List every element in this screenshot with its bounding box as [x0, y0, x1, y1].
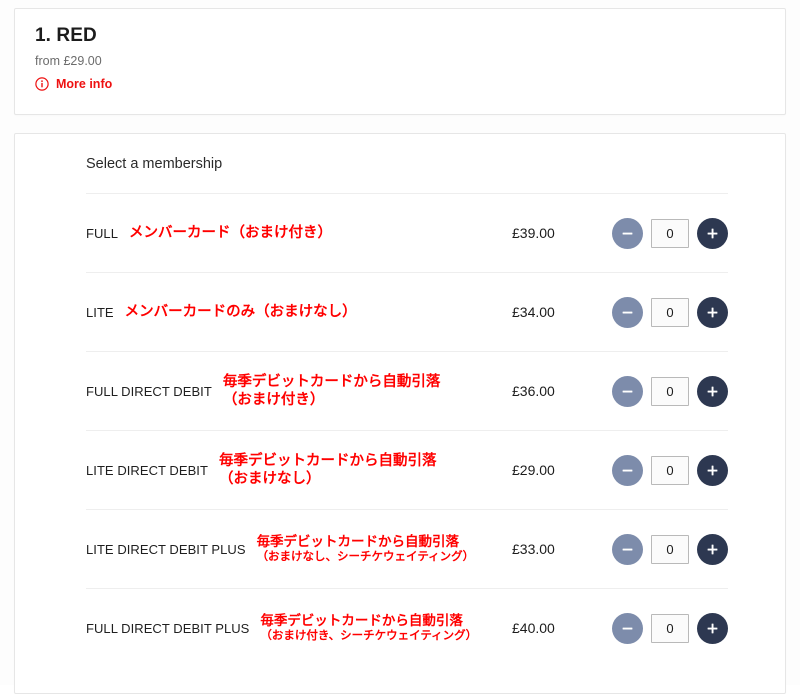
plan-description-line-1: メンバーカードのみ（おまけなし）	[124, 304, 357, 321]
plus-icon	[707, 307, 718, 318]
increase-quantity-button[interactable]	[697, 533, 728, 565]
minus-icon	[622, 390, 633, 393]
plan-code-label: FULL	[86, 225, 118, 241]
plan-code-label: FULL DIRECT DEBIT	[86, 383, 212, 399]
plan-description: 毎季デビットカードから自動引落 （おまけ付き）	[223, 373, 441, 409]
minus-icon	[622, 548, 633, 551]
membership-name-cell: FULL DIRECT DEBIT 毎季デビットカードから自動引落 （おまけ付き）	[86, 373, 500, 409]
decrease-quantity-button[interactable]	[612, 217, 643, 249]
plan-description: 毎季デビットカードから自動引落 （おまけなし）	[219, 452, 437, 488]
minus-icon	[622, 469, 633, 472]
quantity-stepper	[596, 217, 728, 249]
quantity-input[interactable]	[651, 534, 689, 564]
quantity-stepper	[596, 533, 728, 565]
plan-description-line-1: 毎季デビットカードから自動引落	[256, 533, 460, 549]
table-row: FULL DIRECT DEBIT PLUS 毎季デビットカードから自動引落 （おま…	[86, 588, 728, 667]
plus-icon	[707, 465, 718, 476]
plan-code-label: LITE DIRECT DEBIT	[86, 462, 208, 478]
plan-description-line-1: 毎季デビットカードから自動引落	[218, 453, 437, 470]
quantity-input[interactable]	[651, 297, 689, 327]
plan-description: メンバーカード（おまけ付き）	[129, 224, 332, 242]
price-label: £40.00	[512, 620, 555, 637]
plan-description-line-2: （おまけなし、シーチケウェイティング）	[256, 551, 475, 564]
increase-quantity-button[interactable]	[697, 375, 728, 407]
table-row: LITE メンバーカードのみ（おまけなし） £34.00	[86, 272, 728, 351]
increase-quantity-button[interactable]	[697, 612, 728, 644]
quantity-input[interactable]	[651, 376, 689, 406]
membership-name-cell: LITE DIRECT DEBIT PLUS 毎季デビットカードから自動引落 （おま…	[86, 534, 500, 565]
membership-name-cell: FULL DIRECT DEBIT PLUS 毎季デビットカードから自動引落 （おま…	[86, 613, 500, 644]
decrease-quantity-button[interactable]	[612, 375, 643, 407]
decrease-quantity-button[interactable]	[612, 296, 643, 328]
price-label: £36.00	[512, 383, 555, 400]
plan-description: メンバーカードのみ（おまけなし）	[125, 303, 357, 321]
plus-icon	[707, 228, 718, 239]
quantity-input[interactable]	[651, 613, 689, 643]
plan-description-line-1: メンバーカード（おまけ付き）	[129, 225, 332, 242]
section-title: Select a membership	[86, 155, 223, 172]
plan-code-label: LITE DIRECT DEBIT PLUS	[86, 541, 246, 557]
decrease-quantity-button[interactable]	[612, 533, 643, 565]
more-info-link[interactable]: More info	[35, 77, 112, 91]
membership-row-list: FULL メンバーカード（おまけ付き） £39.00 LITE メンバーカードのみ（おま…	[15, 193, 785, 667]
table-row: LITE DIRECT DEBIT PLUS 毎季デビットカードから自動引落 （おま…	[86, 509, 728, 588]
page-root: 1. RED from £29.00 More info Select a me…	[0, 0, 800, 694]
price-label: £29.00	[512, 462, 555, 479]
quantity-input[interactable]	[651, 455, 689, 485]
price-label: £39.00	[512, 225, 555, 242]
info-circle-icon	[35, 77, 49, 91]
plan-description: 毎季デビットカードから自動引落 （おまけなし、シーチケウェイティング）	[257, 534, 475, 565]
plan-description-line-1: 毎季デビットカードから自動引落	[222, 374, 441, 391]
membership-name-cell: LITE メンバーカードのみ（おまけなし）	[86, 303, 500, 321]
quantity-stepper	[596, 375, 728, 407]
plan-description-line-1: 毎季デビットカードから自動引落	[260, 612, 463, 628]
price-label: £33.00	[512, 541, 555, 558]
table-row: LITE DIRECT DEBIT 毎季デビットカードから自動引落 （おまけなし） £…	[86, 430, 728, 509]
plan-code-label: FULL DIRECT DEBIT PLUS	[86, 620, 250, 636]
plan-description-line-2: （おまけ付き、シーチケウェイティング）	[260, 630, 478, 643]
increase-quantity-button[interactable]	[697, 217, 728, 249]
price-label: £34.00	[512, 304, 555, 321]
quantity-stepper	[596, 296, 728, 328]
quantity-input[interactable]	[651, 218, 689, 248]
plan-description-line-2: （おまけ付き）	[222, 392, 325, 409]
product-summary-card: 1. RED from £29.00 More info	[14, 8, 786, 115]
minus-icon	[622, 232, 633, 235]
table-row: FULL DIRECT DEBIT 毎季デビットカードから自動引落 （おまけ付き） £…	[86, 351, 728, 430]
quantity-stepper	[596, 454, 728, 486]
plan-description-line-2: （おまけなし）	[218, 471, 321, 488]
quantity-stepper	[596, 612, 728, 644]
minus-icon	[622, 311, 633, 314]
membership-card: Select a membership FULL メンバーカード（おまけ付き） £3…	[14, 132, 786, 694]
decrease-quantity-button[interactable]	[612, 612, 643, 644]
decrease-quantity-button[interactable]	[612, 454, 643, 486]
product-from-price: from £29.00	[35, 53, 102, 68]
table-row: FULL メンバーカード（おまけ付き） £39.00	[86, 193, 728, 272]
plus-icon	[707, 544, 718, 555]
minus-icon	[622, 627, 633, 630]
membership-name-cell: FULL メンバーカード（おまけ付き）	[86, 224, 500, 242]
increase-quantity-button[interactable]	[697, 454, 728, 486]
plus-icon	[707, 386, 718, 397]
increase-quantity-button[interactable]	[697, 296, 728, 328]
page-title: 1. RED	[35, 25, 97, 46]
membership-name-cell: LITE DIRECT DEBIT 毎季デビットカードから自動引落 （おまけなし）	[86, 452, 500, 488]
plan-description: 毎季デビットカードから自動引落 （おまけ付き、シーチケウェイティング）	[260, 613, 477, 644]
plan-code-label: LITE	[86, 304, 114, 320]
more-info-label: More info	[56, 76, 113, 91]
plus-icon	[707, 623, 718, 634]
